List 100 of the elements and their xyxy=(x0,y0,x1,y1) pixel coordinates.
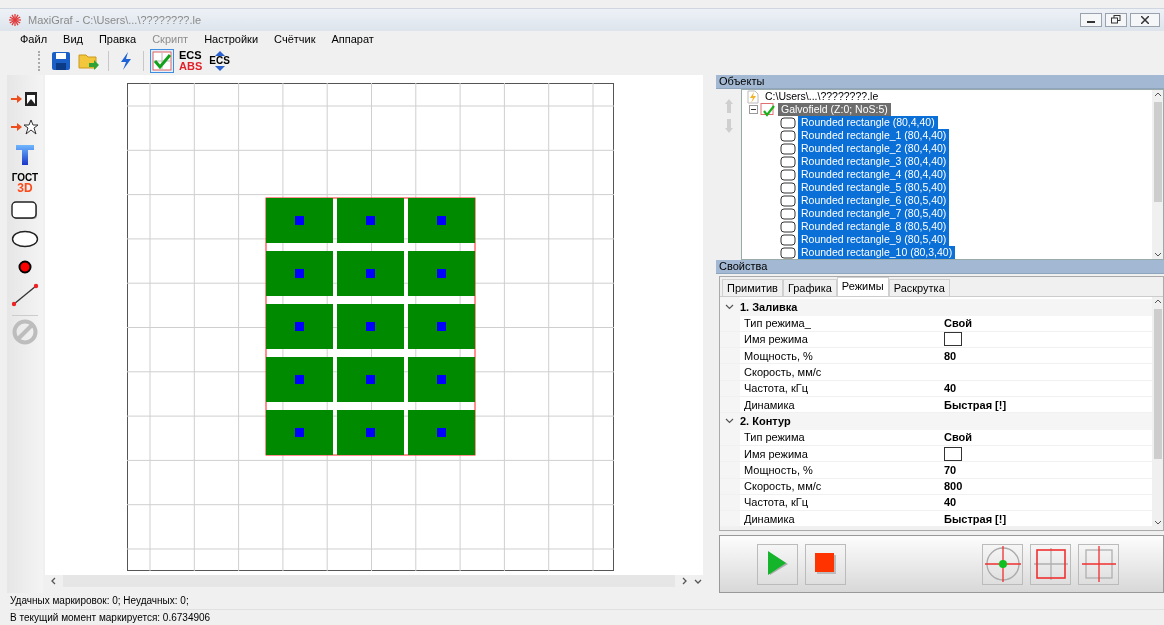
tree-item[interactable]: Rounded rectangle_8 (80,5,40) xyxy=(798,220,950,233)
text-tool-icon[interactable] xyxy=(15,144,35,166)
center-marker xyxy=(437,269,446,278)
rounded-rectangle-icon[interactable] xyxy=(11,201,39,221)
scrollbar-thumb[interactable] xyxy=(1153,309,1162,460)
cross-grid-icon xyxy=(1080,545,1117,584)
tree-item[interactable]: C:\Users\...\????????.le xyxy=(762,90,882,103)
tree-item[interactable]: Rounded rectangle (80,4,40) xyxy=(798,116,938,129)
menu-item[interactable]: Настройки xyxy=(196,33,267,46)
filled-rectangle xyxy=(337,251,404,296)
menu-item[interactable]: Файл xyxy=(12,33,56,46)
tree-item[interactable]: Rounded rectangle_1 (80,4,40) xyxy=(798,129,950,142)
checked-field-icon xyxy=(760,102,776,117)
collapse-toggle-icon[interactable] xyxy=(749,105,758,114)
property-label: Динамика xyxy=(743,512,796,525)
abs-label: ABS xyxy=(179,61,203,73)
rounded-rectangle-icon xyxy=(780,116,796,129)
property-label: Мощность, % xyxy=(743,463,814,476)
center-marker xyxy=(366,269,375,278)
center-button[interactable] xyxy=(982,543,1023,585)
color-swatch[interactable] xyxy=(944,332,962,347)
close-button[interactable] xyxy=(1130,12,1160,27)
center-marker xyxy=(366,428,375,437)
start-button[interactable] xyxy=(757,543,798,585)
center-marker xyxy=(437,375,446,384)
property-value: 800 xyxy=(944,480,963,493)
arrow-picture-icon[interactable] xyxy=(10,91,40,107)
tab[interactable]: Раскрутка xyxy=(888,279,950,297)
property-value: 80 xyxy=(944,349,957,362)
tree-item[interactable]: Rounded rectangle_5 (80,5,40) xyxy=(798,181,950,194)
app-logo-icon xyxy=(8,12,22,27)
tree-item[interactable]: Rounded rectangle_3 (80,4,40) xyxy=(798,155,950,168)
scroll-up-icon[interactable] xyxy=(1153,90,1162,98)
property-label: Имя режима xyxy=(743,447,809,460)
property-label: Скорость, мм/с xyxy=(743,366,823,379)
rounded-rectangle-icon xyxy=(780,181,796,194)
tree-item[interactable]: Galvofield (Z:0; NoS:5) xyxy=(778,103,891,116)
ecs-label: ECS xyxy=(209,56,230,67)
frame-grid-icon xyxy=(1032,547,1069,582)
menu-item[interactable]: Правка xyxy=(90,33,145,46)
color-swatch[interactable] xyxy=(944,446,962,461)
toolbar-button[interactable]: ECS ABS xyxy=(177,49,205,74)
center-marker xyxy=(295,269,304,278)
ecs-label: ECS xyxy=(179,50,203,62)
scrollbar-thumb[interactable] xyxy=(1153,102,1162,202)
property-value: 40 xyxy=(944,382,957,395)
filled-rectangle xyxy=(266,410,333,455)
ellipse-icon[interactable] xyxy=(11,230,39,248)
center-marker xyxy=(295,216,304,225)
filled-rectangle xyxy=(408,410,475,455)
chevron-down-icon[interactable] xyxy=(725,418,734,425)
gost-3d-button[interactable]: ГОСТ 3D xyxy=(11,173,39,193)
tree-item[interactable]: Rounded rectangle_7 (80,5,40) xyxy=(798,207,950,220)
tree-item[interactable]: Rounded rectangle_6 (80,5,40) xyxy=(798,194,950,207)
tree-item[interactable]: Rounded rectangle_9 (80,5,40) xyxy=(798,233,950,246)
rounded-rectangle-icon xyxy=(780,142,796,155)
center-marker xyxy=(437,216,446,225)
center-marker xyxy=(366,375,375,384)
frame-button[interactable] xyxy=(1030,543,1071,585)
property-label: Имя режима xyxy=(743,333,809,346)
property-label: Тип режима_ xyxy=(743,317,812,330)
tree-item[interactable]: Rounded rectangle_10 (80,3,40) xyxy=(798,246,956,259)
checked-grid-icon xyxy=(152,51,172,72)
menu-item[interactable]: Аппарат xyxy=(323,33,382,46)
toolbar-button[interactable]: ECS xyxy=(207,49,232,74)
window-title: MaxiGraf - C:\Users\...\????????.le xyxy=(28,13,202,26)
status-text: Удачных маркировок: 0; Неудачных: 0; xyxy=(10,594,190,608)
tab[interactable]: Графика xyxy=(782,279,837,297)
scroll-up-icon[interactable] xyxy=(1153,297,1162,306)
property-value: 40 xyxy=(944,496,957,509)
tab[interactable]: Примитив xyxy=(722,279,783,297)
crosshair-icon xyxy=(983,545,1022,584)
restore-icon xyxy=(1111,15,1121,25)
tab[interactable]: Режимы xyxy=(836,277,889,297)
arrow-star-icon[interactable] xyxy=(10,119,40,135)
property-label: Мощность, % xyxy=(743,349,814,362)
center-marker xyxy=(437,322,446,331)
filled-rectangle xyxy=(266,304,333,349)
tree-item[interactable]: Rounded rectangle_2 (80,4,40) xyxy=(798,142,950,155)
cross-button[interactable] xyxy=(1078,543,1119,585)
filled-rectangle xyxy=(337,410,404,455)
close-icon xyxy=(1141,15,1149,24)
filled-rectangle xyxy=(337,198,404,243)
center-marker xyxy=(295,375,304,384)
property-label: Скорость, мм/с xyxy=(743,480,823,493)
chevron-down-icon[interactable] xyxy=(725,304,734,311)
menu-item[interactable]: Вид xyxy=(55,33,91,46)
line-icon[interactable] xyxy=(11,283,39,307)
stop-button[interactable] xyxy=(805,543,846,585)
restore-button[interactable] xyxy=(1105,12,1127,27)
dot-icon[interactable] xyxy=(18,260,32,274)
rounded-rectangle-icon xyxy=(780,207,796,220)
menu-item[interactable]: Счётчик xyxy=(266,33,324,46)
property-label: Частота, кГц xyxy=(743,496,809,509)
property-value: Быстрая [!] xyxy=(944,398,1007,411)
minimize-button[interactable] xyxy=(1080,12,1102,27)
filled-rectangle xyxy=(266,251,333,296)
panel-header: Свойства xyxy=(716,260,1164,275)
filled-rectangle xyxy=(408,198,475,243)
tree-item[interactable]: Rounded rectangle_4 (80,4,40) xyxy=(798,168,950,181)
